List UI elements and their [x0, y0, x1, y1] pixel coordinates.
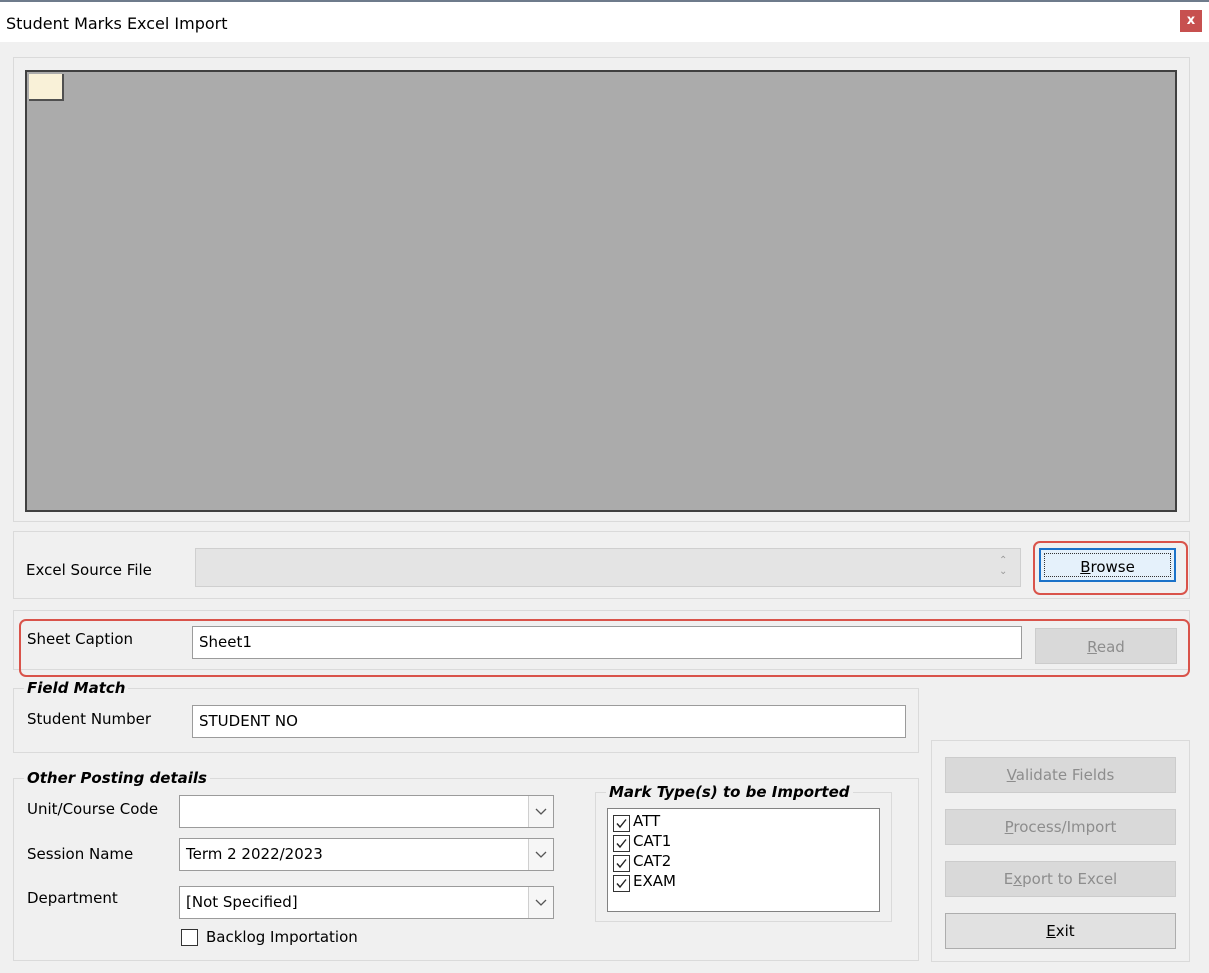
department-select[interactable]: [Not Specified]	[179, 886, 554, 919]
checkbox-checked-icon[interactable]	[613, 835, 630, 852]
student-number-input[interactable]: STUDENT NO	[192, 705, 906, 738]
browse-label: Browse	[1080, 558, 1135, 576]
mark-type-label: CAT2	[633, 852, 672, 870]
backlog-importation-checkbox[interactable]	[181, 929, 198, 946]
session-name-value: Term 2 2022/2023	[186, 845, 323, 863]
department-value: [Not Specified]	[186, 893, 298, 911]
session-name-select[interactable]: Term 2 2022/2023	[179, 838, 554, 871]
chevron-down-icon[interactable]	[528, 887, 553, 918]
window-title: Student Marks Excel Import	[6, 14, 228, 33]
data-grid[interactable]	[25, 70, 1177, 512]
backlog-importation-label[interactable]: Backlog Importation	[206, 928, 358, 946]
mark-type-label: EXAM	[633, 872, 676, 890]
mark-types-list[interactable]: ATT CAT1 CAT2 EXAM	[607, 808, 880, 912]
process-import-button[interactable]: Process/Import	[945, 809, 1176, 845]
student-number-label: Student Number	[27, 710, 152, 728]
close-button[interactable]: x	[1180, 10, 1202, 32]
chevron-down-icon[interactable]	[528, 839, 553, 870]
sheet-caption-label: Sheet Caption	[27, 630, 134, 648]
checkbox-checked-icon[interactable]	[613, 815, 630, 832]
field-match-legend: Field Match	[24, 679, 129, 697]
export-to-excel-button[interactable]: Export to Excel	[945, 861, 1176, 897]
browse-button[interactable]: Browse	[1039, 548, 1176, 582]
checkbox-checked-icon[interactable]	[613, 855, 630, 872]
mark-type-label: ATT	[633, 812, 661, 830]
spin-arrows-icon[interactable]: ⌃ ⌄	[999, 555, 1007, 577]
department-label: Department	[27, 889, 118, 907]
title-bar: Student Marks Excel Import x	[0, 2, 1209, 42]
mark-type-label: CAT1	[633, 832, 672, 850]
checkbox-checked-icon[interactable]	[613, 875, 630, 892]
excel-source-file-label: Excel Source File	[26, 561, 152, 579]
session-name-label: Session Name	[27, 845, 134, 863]
read-button[interactable]: Read	[1035, 628, 1177, 664]
mark-types-legend: Mark Type(s) to be Imported	[606, 783, 853, 801]
chevron-down-icon[interactable]	[528, 796, 553, 827]
sheet-caption-input[interactable]: Sheet1	[192, 626, 1022, 659]
posting-details-legend: Other Posting details	[24, 769, 210, 787]
excel-source-file-field[interactable]: ⌃ ⌄	[195, 548, 1021, 587]
unit-course-code-label: Unit/Course Code	[27, 800, 159, 818]
grid-corner-cell[interactable]	[29, 74, 64, 101]
validate-fields-button[interactable]: Validate Fields	[945, 757, 1176, 793]
unit-course-code-select[interactable]	[179, 795, 554, 828]
exit-button[interactable]: Exit	[945, 913, 1176, 949]
